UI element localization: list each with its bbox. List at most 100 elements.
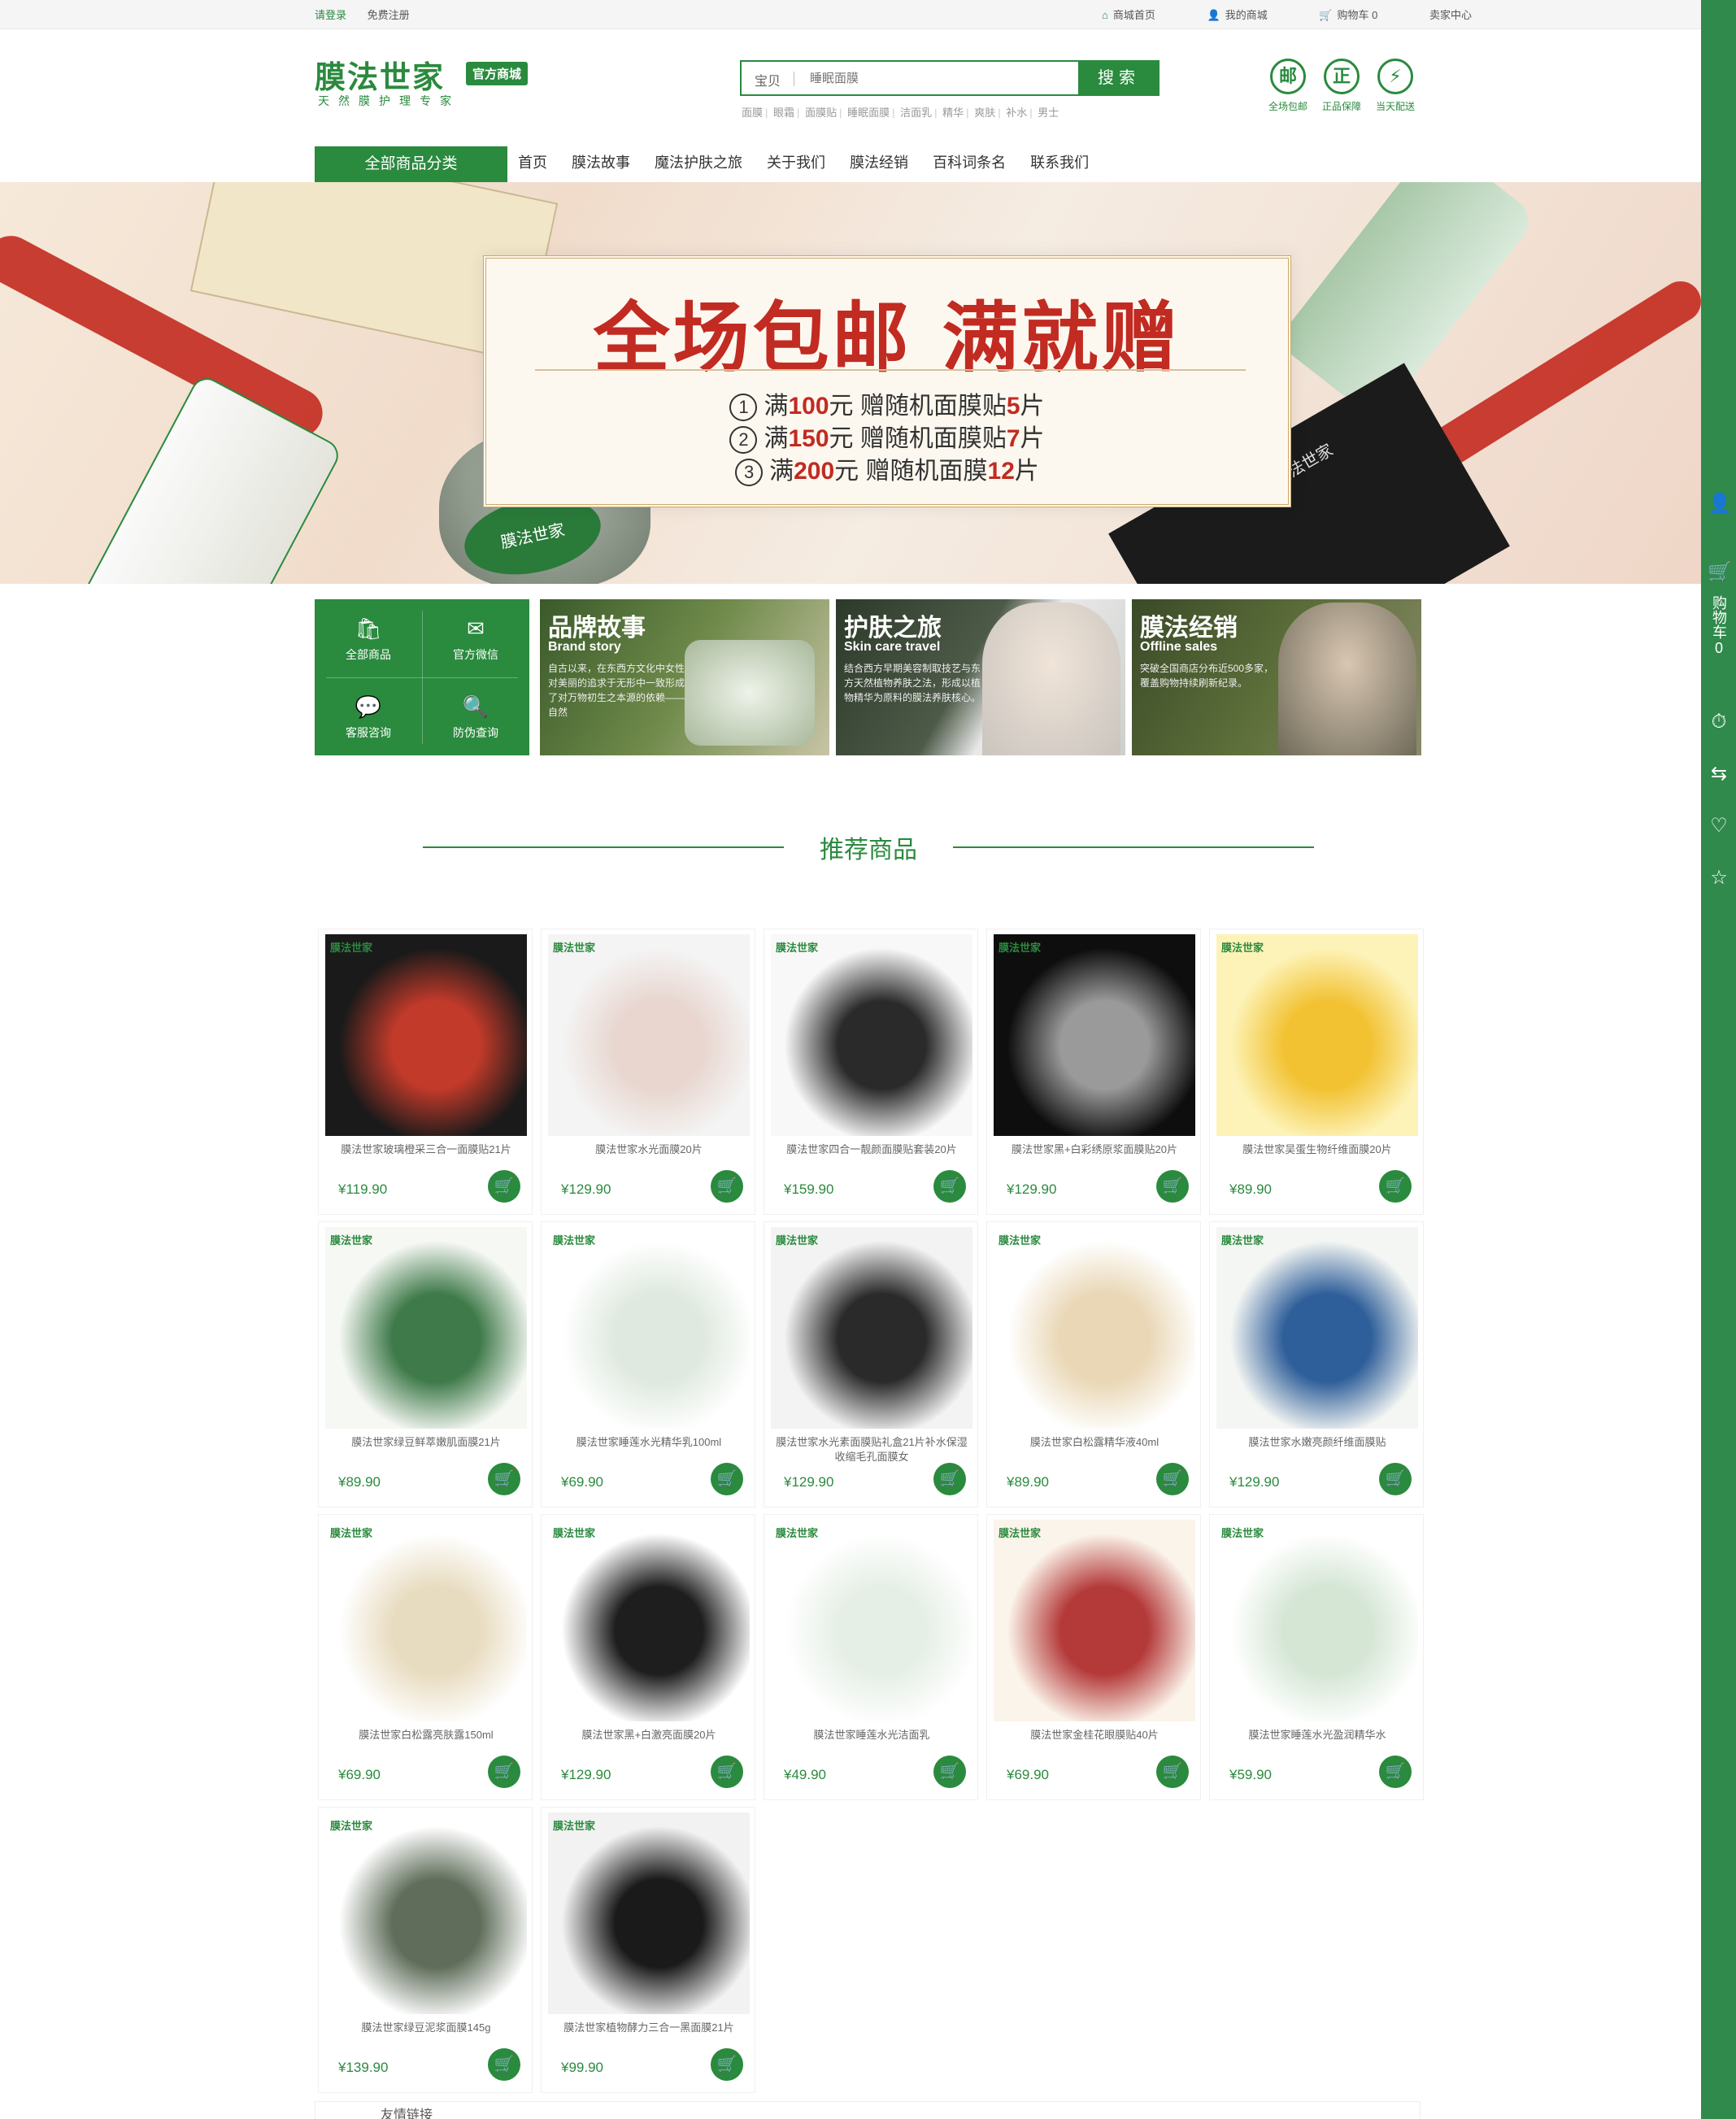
nav-item-contact[interactable]: 联系我们 bbox=[1030, 154, 1089, 171]
product-name[interactable]: 膜法世家绿豆泥浆面膜145g bbox=[325, 2021, 527, 2035]
product-name[interactable]: 膜法世家水光素面膜贴礼盒21片补水保湿收缩毛孔面膜女 bbox=[771, 1435, 972, 1464]
add-to-cart-button[interactable]: 🛒 bbox=[1156, 1463, 1189, 1495]
product-card[interactable]: 膜法世家 膜法世家黑+白激亮面膜20片 ¥129.90 🛒 bbox=[541, 1514, 755, 1800]
add-to-cart-button[interactable]: 🛒 bbox=[933, 1170, 966, 1203]
heart-icon[interactable]: ♡ bbox=[1708, 815, 1730, 838]
add-to-cart-button[interactable]: 🛒 bbox=[1156, 1170, 1189, 1203]
add-to-cart-button[interactable]: 🛒 bbox=[933, 1463, 966, 1495]
nav-item-wiki[interactable]: 百科词条名 bbox=[933, 154, 1006, 171]
nav-item-skincare[interactable]: 魔法护肤之旅 bbox=[655, 154, 742, 171]
nav-item-story[interactable]: 膜法故事 bbox=[572, 154, 630, 171]
quick-customer-service[interactable]: 💬 客服咨询 bbox=[315, 677, 422, 755]
toolbar-cart-label[interactable]: 购物车 0 bbox=[1708, 595, 1730, 657]
search-input[interactable] bbox=[810, 67, 1054, 89]
product-name[interactable]: 膜法世家植物酵力三合一黑面膜21片 bbox=[548, 2021, 750, 2035]
product-name[interactable]: 膜法世家睡莲水光盈润精华水 bbox=[1216, 1728, 1418, 1743]
product-name[interactable]: 膜法世家水光面膜20片 bbox=[548, 1142, 750, 1157]
product-name[interactable]: 膜法世家睡莲水光精华乳100ml bbox=[548, 1435, 750, 1450]
product-card[interactable]: 膜法世家 膜法世家植物酵力三合一黑面膜21片 ¥99.90 🛒 bbox=[541, 1807, 755, 2093]
site-logo[interactable]: 膜法世家 官方商城 天然膜护理专家 bbox=[315, 52, 529, 107]
product-image[interactable]: 膜法世家 bbox=[548, 1227, 750, 1429]
my-mall-link[interactable]: 👤 我的商城 bbox=[1207, 9, 1292, 21]
cart-link[interactable]: 🛒 购物车 0 bbox=[1319, 9, 1402, 21]
product-image[interactable]: 膜法世家 bbox=[548, 934, 750, 1136]
add-to-cart-button[interactable]: 🛒 bbox=[1379, 1756, 1412, 1788]
product-name[interactable]: 膜法世家睡莲水光洁面乳 bbox=[771, 1728, 972, 1743]
search-category[interactable]: 宝贝 bbox=[755, 70, 795, 89]
product-card[interactable]: 膜法世家 膜法世家绿豆鲜萃嫩肌面膜21片 ¥89.90 🛒 bbox=[318, 1221, 533, 1508]
quick-all-products[interactable]: 🛍 全部商品 bbox=[315, 599, 422, 677]
seller-center-link[interactable]: 卖家中心 bbox=[1429, 9, 1472, 21]
product-card[interactable]: 膜法世家 膜法世家睡莲水光洁面乳 ¥49.90 🛒 bbox=[764, 1514, 978, 1800]
product-name[interactable]: 膜法世家绿豆鲜萃嫩肌面膜21片 bbox=[325, 1435, 527, 1450]
product-card[interactable]: 膜法世家 膜法世家绿豆泥浆面膜145g ¥139.90 🛒 bbox=[318, 1807, 533, 2093]
compare-icon[interactable]: ⇆ bbox=[1708, 763, 1730, 785]
product-image[interactable]: 膜法世家 bbox=[771, 934, 972, 1136]
hot-keyword[interactable]: 精华 bbox=[942, 107, 964, 119]
add-to-cart-button[interactable]: 🛒 bbox=[488, 1756, 520, 1788]
product-card[interactable]: 膜法世家 膜法世家白松露精华液40ml ¥89.90 🛒 bbox=[986, 1221, 1201, 1508]
hero-banner[interactable]: 膜法世家 膜法世家 全场包邮 满就赠 1 满100元 赠随机面膜贴5片 2 满150… bbox=[0, 182, 1701, 584]
mall-home-link[interactable]: ⌂ 商城首页 bbox=[1102, 9, 1180, 21]
quick-wechat[interactable]: ✉ 官方微信 bbox=[422, 599, 529, 677]
register-link[interactable]: 免费注册 bbox=[368, 9, 410, 21]
add-to-cart-button[interactable]: 🛒 bbox=[711, 1756, 743, 1788]
product-image[interactable]: 膜法世家 bbox=[325, 1812, 527, 2014]
user-icon[interactable]: 👤 bbox=[1708, 493, 1732, 516]
quick-anti-counterfeit[interactable]: 🔍 防伪查询 bbox=[422, 677, 529, 755]
product-card[interactable]: 膜法世家 膜法世家金桂花眼膜贴40片 ¥69.90 🛒 bbox=[986, 1514, 1201, 1800]
product-image[interactable]: 膜法世家 bbox=[771, 1227, 972, 1429]
add-to-cart-button[interactable]: 🛒 bbox=[711, 2048, 743, 2081]
hot-keyword[interactable]: 眼霜 bbox=[773, 107, 794, 119]
product-name[interactable]: 膜法世家白松露亮肤露150ml bbox=[325, 1728, 527, 1743]
add-to-cart-button[interactable]: 🛒 bbox=[488, 1170, 520, 1203]
add-to-cart-button[interactable]: 🛒 bbox=[1379, 1463, 1412, 1495]
promo-skincare-travel[interactable]: 护肤之旅 Skin care travel 结合西方早期美容制取技艺与东方天然植… bbox=[836, 599, 1125, 755]
product-name[interactable]: 膜法世家四合一靓颜面膜贴套装20片 bbox=[771, 1142, 972, 1157]
product-image[interactable]: 膜法世家 bbox=[1216, 934, 1418, 1136]
hot-keyword[interactable]: 面膜 bbox=[742, 107, 763, 119]
product-name[interactable]: 膜法世家白松露精华液40ml bbox=[994, 1435, 1195, 1450]
add-to-cart-button[interactable]: 🛒 bbox=[711, 1463, 743, 1495]
nav-item-dealers[interactable]: 膜法经销 bbox=[850, 154, 908, 171]
hot-keyword[interactable]: 睡眠面膜 bbox=[847, 107, 890, 119]
hot-keyword[interactable]: 面膜贴 bbox=[805, 107, 837, 119]
promo-offline-sales[interactable]: 膜法经销 Offline sales 突破全国商店分布近500多家，覆盖购物持续… bbox=[1132, 599, 1421, 755]
product-name[interactable]: 膜法世家黑+白激亮面膜20片 bbox=[548, 1728, 750, 1743]
product-image[interactable]: 膜法世家 bbox=[548, 1520, 750, 1721]
product-image[interactable]: 膜法世家 bbox=[1216, 1227, 1418, 1429]
add-to-cart-button[interactable]: 🛒 bbox=[711, 1170, 743, 1203]
promo-brand-story[interactable]: 品牌故事 Brand story 自古以来，在东西方文化中女性对美丽的追求于无形… bbox=[540, 599, 829, 755]
product-card[interactable]: 膜法世家 膜法世家水光素面膜贴礼盒21片补水保湿收缩毛孔面膜女 ¥129.90 🛒 bbox=[764, 1221, 978, 1508]
product-name[interactable]: 膜法世家黑+白彩绣原浆面膜贴20片 bbox=[994, 1142, 1195, 1157]
product-image[interactable]: 膜法世家 bbox=[548, 1812, 750, 2014]
nav-item-about[interactable]: 关于我们 bbox=[767, 154, 825, 171]
product-image[interactable]: 膜法世家 bbox=[771, 1520, 972, 1721]
add-to-cart-button[interactable]: 🛒 bbox=[933, 1756, 966, 1788]
product-name[interactable]: 膜法世家金桂花眼膜贴40片 bbox=[994, 1728, 1195, 1743]
star-icon[interactable]: ☆ bbox=[1708, 867, 1730, 890]
product-name[interactable]: 膜法世家水嫩亮颜纤维面膜贴 bbox=[1216, 1435, 1418, 1450]
product-card[interactable]: 膜法世家 膜法世家水嫩亮颜纤维面膜贴 ¥129.90 🛒 bbox=[1209, 1221, 1424, 1508]
nav-item-home[interactable]: 首页 bbox=[518, 154, 547, 171]
history-icon[interactable]: ⏱ bbox=[1708, 711, 1730, 733]
search-button[interactable]: 搜索 bbox=[1078, 60, 1160, 96]
add-to-cart-button[interactable]: 🛒 bbox=[1379, 1170, 1412, 1203]
product-name[interactable]: 膜法世家玻璃橙采三合一面膜贴21片 bbox=[325, 1142, 527, 1157]
product-image[interactable]: 膜法世家 bbox=[994, 1520, 1195, 1721]
hot-keyword[interactable]: 补水 bbox=[1006, 107, 1027, 119]
login-link[interactable]: 请登录 bbox=[315, 9, 346, 21]
add-to-cart-button[interactable]: 🛒 bbox=[488, 2048, 520, 2081]
product-image[interactable]: 膜法世家 bbox=[325, 1520, 527, 1721]
product-image[interactable]: 膜法世家 bbox=[325, 1227, 527, 1429]
product-card[interactable]: 膜法世家 膜法世家睡莲水光盈润精华水 ¥59.90 🛒 bbox=[1209, 1514, 1424, 1800]
hot-keyword[interactable]: 爽肤 bbox=[974, 107, 995, 119]
cart-icon[interactable]: 🛒 bbox=[1708, 561, 1732, 584]
product-card[interactable]: 膜法世家 膜法世家黑+白彩绣原浆面膜贴20片 ¥129.90 🛒 bbox=[986, 929, 1201, 1215]
product-card[interactable]: 膜法世家 膜法世家水光面膜20片 ¥129.90 🛒 bbox=[541, 929, 755, 1215]
product-image[interactable]: 膜法世家 bbox=[325, 934, 527, 1136]
product-name[interactable]: 膜法世家吴蛋生物纤维面膜20片 bbox=[1216, 1142, 1418, 1157]
add-to-cart-button[interactable]: 🛒 bbox=[488, 1463, 520, 1495]
hot-keyword[interactable]: 洁面乳 bbox=[900, 107, 932, 119]
hot-keyword[interactable]: 男士 bbox=[1038, 107, 1059, 119]
